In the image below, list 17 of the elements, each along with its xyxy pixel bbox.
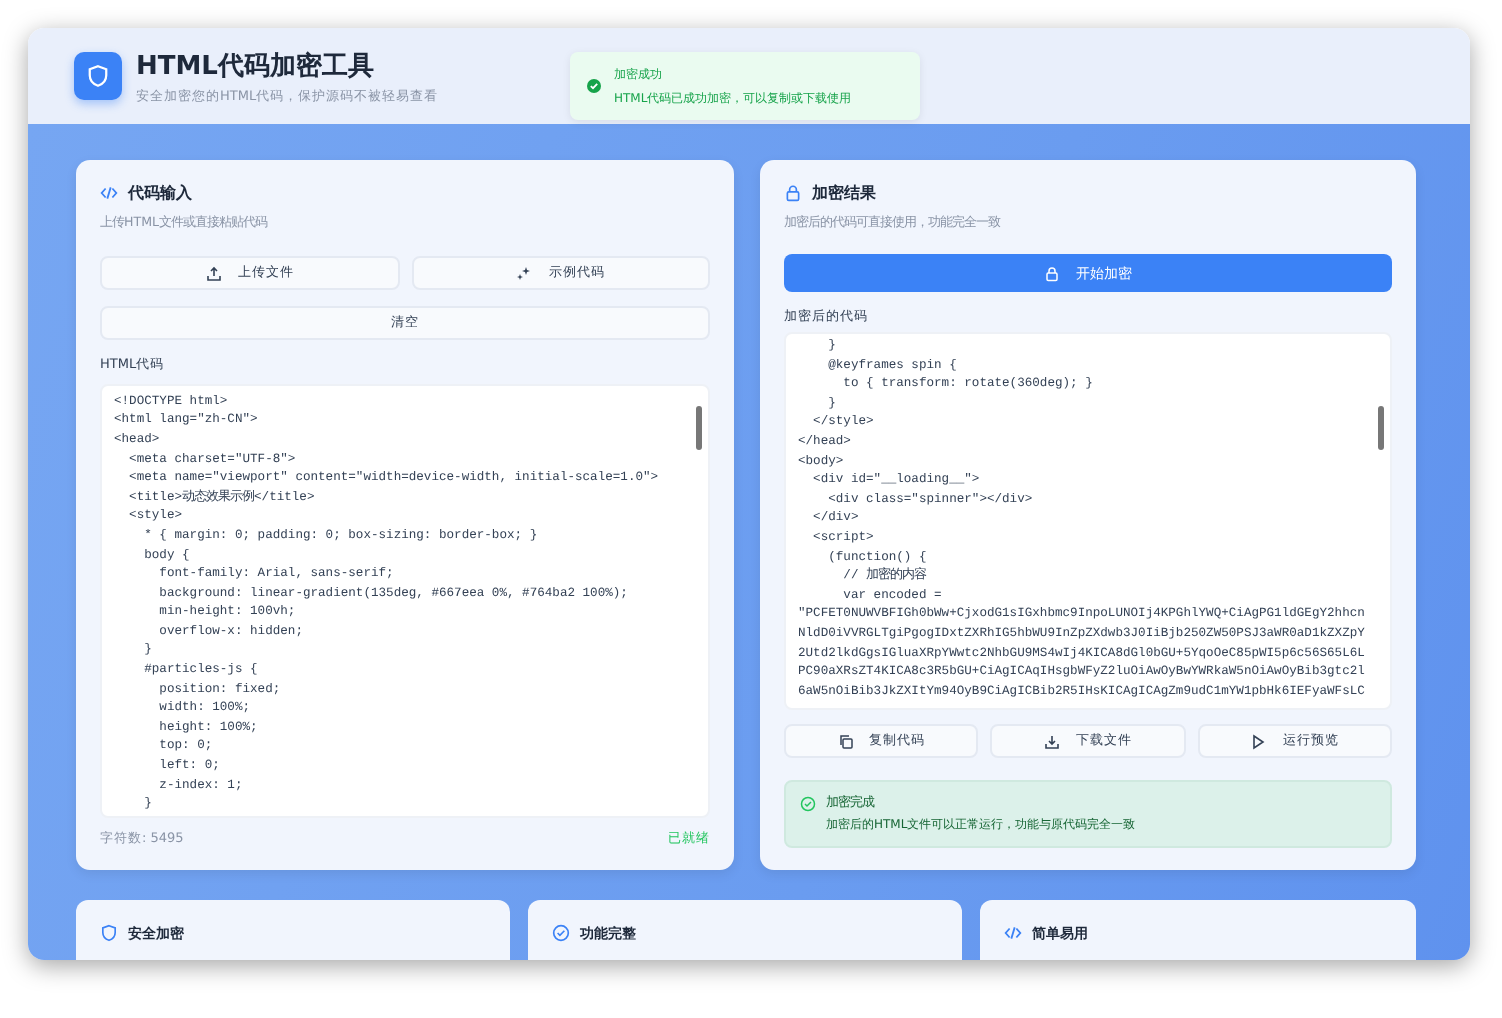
play-icon [1250, 733, 1267, 749]
check-circle-icon [586, 78, 602, 94]
app-title: HTML代码加密工具 [136, 49, 376, 83]
sparkle-icon [516, 265, 533, 281]
card-title: 代码输入 [128, 182, 192, 204]
check-circle-icon [800, 795, 816, 811]
code-icon [1004, 924, 1022, 942]
upload-icon [205, 265, 222, 281]
shield-icon [100, 924, 118, 942]
copy-icon [837, 733, 854, 749]
download-icon [1043, 733, 1060, 749]
code-icon [100, 184, 118, 202]
check-circle-icon [552, 924, 570, 942]
shield-logo-icon [74, 52, 122, 100]
lock-icon [1044, 265, 1060, 282]
lock-icon [784, 184, 802, 202]
card-title: 加密结果 [812, 182, 876, 204]
